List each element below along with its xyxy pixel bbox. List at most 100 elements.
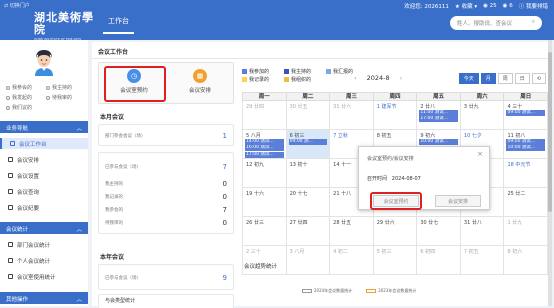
participation-stats-card: 已参与会议（场） 7 我主持的 0 我记录的 0 我参会的 7 待我审的 0 (98, 152, 234, 234)
scrollbar[interactable] (548, 40, 552, 306)
swatch-icon (284, 69, 289, 74)
sidebar-item-room-usage[interactable]: 会议室使用统计 (0, 271, 88, 282)
day-number: 3 八月 (289, 249, 305, 255)
dot-icon (6, 85, 10, 90)
dot-icon (6, 105, 10, 110)
calendar-day-cell[interactable]: 4 三十 09:00 测试... (504, 101, 549, 130)
calendar-day-cell[interactable]: 28 廿五 (330, 217, 374, 246)
calendar-day-cell[interactable]: 31 廿八 (460, 217, 505, 246)
link-my-initiated[interactable]: 我发起的 (6, 94, 46, 101)
legend-item: 2023年会议数量统计 (366, 288, 416, 294)
calendar-day-cell[interactable]: 27 廿四 (286, 217, 331, 246)
notifications-badge[interactable]: ◉ 6 (503, 3, 513, 9)
calendar-day-cell[interactable]: 31 廿六 (330, 101, 374, 130)
favorites-menu[interactable]: ★ 收藏 ▾ (455, 2, 477, 10)
month-navigator: ‹ 2024-8 › (354, 74, 402, 82)
feedback-link[interactable]: ⓘ 我要排错 (519, 2, 548, 10)
reservation-dialog: 会议室预约/会议安排 × 召开时间 2024-08-07 会议室预约 会议安排 (358, 146, 490, 210)
legend-item: 我记录的 (242, 76, 278, 83)
month-view-button[interactable]: 月 (480, 73, 496, 84)
sidebar-item-workbench[interactable]: 会议工作台 (0, 138, 88, 149)
sidebar-item-arrange[interactable]: 会议安排 (0, 154, 88, 165)
dialog-date-row: 召开时间 2024-08-07 (367, 176, 421, 182)
calendar-day-cell[interactable]: 29 廿六 (373, 217, 418, 246)
weekday-label: 周三 (330, 92, 374, 101)
stat-row[interactable]: 已参与会议（场） 7 (99, 157, 233, 177)
message-icon: ◉ (483, 3, 488, 9)
link-my-attended[interactable]: 我参会的 (6, 84, 46, 91)
next-month-button[interactable]: › (400, 74, 403, 82)
nav-section-other[interactable]: 其他操作 ︿ (0, 292, 88, 304)
messages-badge[interactable]: ◉ 25 (483, 3, 497, 9)
calendar-event[interactable]: 16:00 测试... (245, 145, 284, 151)
calendar-event[interactable]: 09:00 测试... (506, 138, 546, 145)
scrollbar-thumb[interactable] (548, 52, 552, 212)
calendar-event[interactable]: 10:00 测试... (419, 138, 458, 145)
calendar-event[interactable]: 10:00 测试... (506, 145, 546, 151)
sidebar-item-personal-stats[interactable]: 个人会议统计 (0, 255, 88, 266)
meeting-arrange-button[interactable]: ▦ 会议安排 (171, 68, 229, 100)
calendar-day-cell[interactable]: 1 廿九 (504, 217, 549, 246)
dialog-arrange-button[interactable]: 会议安排 (435, 195, 481, 207)
calendar-day-cell[interactable]: 30 廿五 (286, 101, 331, 130)
avatar[interactable] (32, 48, 56, 76)
close-icon[interactable]: × (477, 150, 483, 158)
calendar-event[interactable]: 17:00 测试... (245, 151, 284, 158)
sidebar-item-minutes[interactable]: 会议纪要 (0, 202, 88, 213)
link-my-hosted[interactable]: 我主持的 (46, 84, 86, 91)
link-my-meetings[interactable]: 我们议的 (6, 104, 46, 111)
swatch-icon (242, 77, 247, 82)
portal-switch[interactable]: ⇄ 切换门户 (4, 2, 30, 9)
calendar-day-cell[interactable]: 2 廿八 11:00 测试... 17:00 测试... (417, 101, 461, 130)
search-input[interactable]: 姓人、搜助说、查会议 ⌕ (450, 16, 542, 30)
calendar-event[interactable]: 11:00 测试... (419, 109, 458, 116)
calendar-event[interactable]: 14:00 测试... (245, 138, 284, 145)
day-view-button[interactable]: 日 (514, 73, 530, 84)
calendar-event[interactable]: 17:00 测试... (419, 116, 458, 122)
sidebar-item-settings[interactable]: 会议设置 (0, 170, 88, 181)
calendar-day-cell[interactable]: 3 廿九 (460, 101, 505, 130)
weekday-label: 周二 (286, 92, 331, 101)
link-pending-review[interactable]: 待我审的 (46, 94, 86, 101)
gear-icon (8, 173, 13, 178)
calendar-day-cell[interactable]: 6 初三 09:00 测... (286, 130, 331, 159)
month-meetings-title: 本月会议 (100, 114, 125, 121)
sidebar-item-dept-stats[interactable]: 部门会议统计 (0, 239, 88, 250)
prev-month-button[interactable]: ‹ (354, 74, 357, 82)
day-number: 7 初五 (463, 249, 479, 255)
calendar-day-cell[interactable]: 13 初十 (286, 159, 331, 188)
calendar-day-cell[interactable]: 19 十六 (242, 188, 287, 217)
dialog-title: 会议室预约/会议安排 (367, 156, 414, 162)
nav-section-stats[interactable]: 会议统计 ︿ (0, 222, 88, 234)
nav-section-business[interactable]: 业务导航 ︿ (0, 121, 88, 133)
calendar-event[interactable]: 09:00 测... (288, 138, 328, 145)
search-icon[interactable]: ⌕ (532, 19, 535, 27)
school-logo[interactable]: 湖北美術學院 HUBEI INSTITUTE OF FINE ARTS (34, 12, 104, 42)
calendar-day-cell[interactable]: 20 十七 (286, 188, 331, 217)
calendar-event[interactable]: 09:00 测试... (506, 109, 546, 116)
day-number: 7 立秋 (333, 133, 348, 139)
calendar-day-cell[interactable]: 26 廿三 (242, 217, 287, 246)
stat-row[interactable]: 部门参会会议（场） 1 (99, 130, 233, 141)
user-icon (8, 258, 13, 263)
day-number: 18 中元节 (507, 162, 531, 168)
calendar-day-cell[interactable]: 1 建军节 (373, 101, 418, 130)
calendar-day-cell[interactable]: 5 八月 14:00 测试... 16:00 测试... 17:00 测试... (242, 130, 287, 159)
calendar-day-cell[interactable]: 29 廿四 (242, 101, 287, 130)
stat-row[interactable]: 已参与会议（场） 9 (99, 272, 233, 283)
calendar-day-cell[interactable]: 18 中元节 (504, 159, 549, 188)
chevron-up-icon: ︿ (76, 227, 82, 233)
calendar-day-cell[interactable]: 30 廿七 (417, 217, 461, 246)
calendar-day-cell[interactable]: 12 初九 (242, 159, 287, 188)
calendar-day-cell[interactable]: 25 廿二 (504, 188, 549, 217)
stat-row[interactable]: 我记录的 0 (99, 190, 233, 203)
stat-row[interactable]: 待我审的 0 (99, 216, 233, 229)
sidebar-item-query[interactable]: 会议查询 (0, 186, 88, 197)
stat-row[interactable]: 我主持的 0 (99, 177, 233, 190)
calendar-day-cell[interactable]: 11 初八 09:00 测试... 10:00 测试... (504, 130, 549, 159)
today-button[interactable]: 今天 (458, 73, 479, 84)
stat-row[interactable]: 我参会的 7 (99, 203, 233, 216)
tab-workbench[interactable]: 工作台 (103, 10, 134, 34)
week-view-button[interactable]: 周 (497, 73, 513, 84)
refresh-icon[interactable]: ⟲ (531, 73, 546, 84)
